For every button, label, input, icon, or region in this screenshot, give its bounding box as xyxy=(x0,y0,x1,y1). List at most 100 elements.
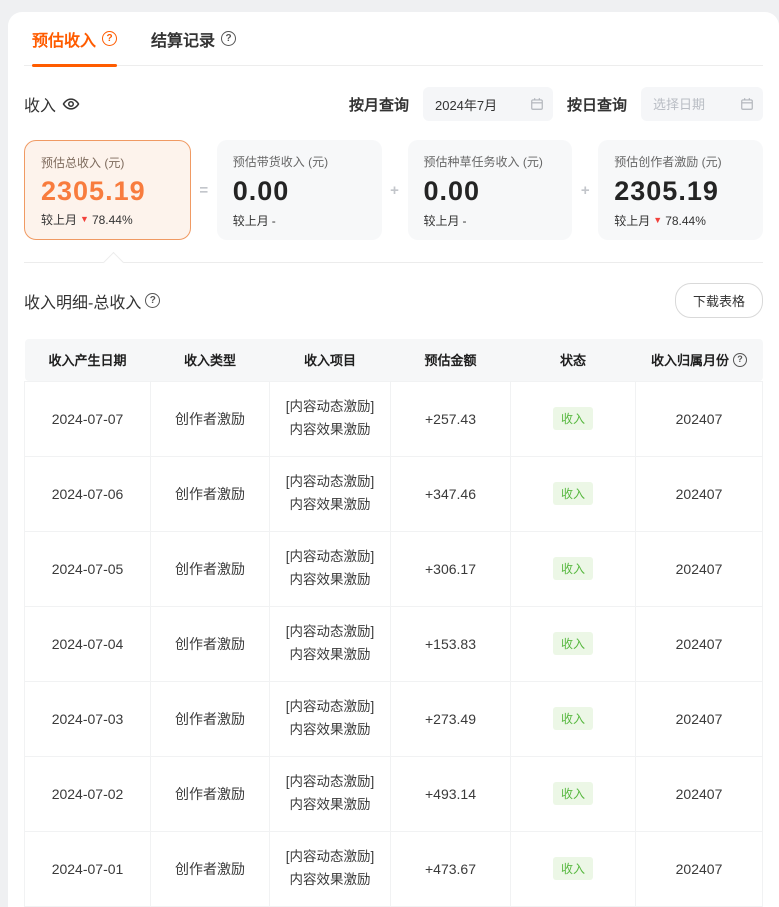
day-query-label: 按日查询 xyxy=(567,94,627,115)
cell-amount: +347.46 xyxy=(391,456,511,531)
month-query-label: 按月查询 xyxy=(349,94,409,115)
table-row: 2024-07-03 创作者激励 [内容动态激励]内容效果激励 +273.49 … xyxy=(25,681,763,756)
card-value: 2305.19 xyxy=(41,176,174,207)
cell-month: 202407 xyxy=(636,381,763,456)
cell-status: 收入 xyxy=(511,831,636,906)
cell-status: 收入 xyxy=(511,681,636,756)
plus-operator: + xyxy=(572,140,598,240)
cell-type: 创作者激励 xyxy=(151,756,270,831)
cell-date: 2024-07-04 xyxy=(25,606,151,681)
plus-operator: + xyxy=(382,140,408,240)
income-detail-table: 收入产生日期 收入类型 收入项目 预估金额 状态 收入归属月份 ? 2024-0… xyxy=(24,339,763,907)
cell-month: 202407 xyxy=(636,681,763,756)
header-status: 状态 xyxy=(511,339,636,381)
cell-amount: +473.67 xyxy=(391,831,511,906)
card-compare: 较上月 ▼ 78.44% xyxy=(41,211,174,228)
cell-type: 创作者激励 xyxy=(151,381,270,456)
header-income-month-text: 收入归属月份 xyxy=(651,350,729,369)
cell-date: 2024-07-05 xyxy=(25,531,151,606)
status-badge: 收入 xyxy=(553,407,593,430)
header-estimated-amount: 预估金额 xyxy=(391,339,511,381)
cell-date: 2024-07-07 xyxy=(25,381,151,456)
cell-date: 2024-07-06 xyxy=(25,456,151,531)
status-badge: 收入 xyxy=(553,707,593,730)
card-value: 2305.19 xyxy=(614,176,747,207)
day-date-input[interactable] xyxy=(641,87,763,121)
card-value: 0.00 xyxy=(424,176,557,207)
card-total-income[interactable]: 预估总收入 (元) 2305.19 较上月 ▼ 78.44% xyxy=(24,140,191,240)
header-income-date: 收入产生日期 xyxy=(25,339,151,381)
cell-amount: +273.49 xyxy=(391,681,511,756)
status-badge: 收入 xyxy=(553,632,593,655)
card-title: 预估种草任务收入 (元) xyxy=(424,153,557,170)
cell-month: 202407 xyxy=(636,456,763,531)
tab-bar: 预估收入 ? 结算记录 ? xyxy=(24,12,763,66)
selected-card-notch xyxy=(103,252,124,273)
cell-status: 收入 xyxy=(511,531,636,606)
month-date-picker[interactable] xyxy=(423,87,553,121)
header-income-project: 收入项目 xyxy=(270,339,391,381)
stat-cards-row: 预估总收入 (元) 2305.19 较上月 ▼ 78.44% = 预估带货收入 … xyxy=(24,140,763,240)
cell-month: 202407 xyxy=(636,756,763,831)
cell-date: 2024-07-01 xyxy=(25,831,151,906)
help-icon[interactable]: ? xyxy=(733,353,747,367)
tab-estimated-income[interactable]: 预估收入 ? xyxy=(32,12,117,65)
compare-label: 较上月 xyxy=(41,211,77,228)
eye-icon[interactable] xyxy=(62,95,80,113)
cell-status: 收入 xyxy=(511,456,636,531)
down-triangle-icon: ▼ xyxy=(653,216,662,225)
cell-project: [内容动态激励]内容效果激励 xyxy=(270,681,391,756)
status-badge: 收入 xyxy=(553,857,593,880)
cell-type: 创作者激励 xyxy=(151,681,270,756)
cell-date: 2024-07-02 xyxy=(25,756,151,831)
cell-month: 202407 xyxy=(636,831,763,906)
month-date-input[interactable] xyxy=(423,87,553,121)
income-section-label: 收入 xyxy=(24,92,80,116)
status-badge: 收入 xyxy=(553,782,593,805)
card-creator-incentive[interactable]: 预估创作者激励 (元) 2305.19 较上月 ▼ 78.44% xyxy=(598,140,763,240)
income-label-text: 收入 xyxy=(24,92,56,116)
help-icon[interactable]: ? xyxy=(145,293,160,308)
toolbar: 收入 按月查询 按 xyxy=(24,86,763,122)
card-value: 0.00 xyxy=(233,176,366,207)
card-title: 预估创作者激励 (元) xyxy=(614,153,747,170)
compare-delta: 78.44% xyxy=(92,213,133,227)
cell-type: 创作者激励 xyxy=(151,831,270,906)
cell-type: 创作者激励 xyxy=(151,456,270,531)
cell-project: [内容动态激励]内容效果激励 xyxy=(270,531,391,606)
table-row: 2024-07-02 创作者激励 [内容动态激励]内容效果激励 +493.14 … xyxy=(25,756,763,831)
cell-amount: +257.43 xyxy=(391,381,511,456)
download-table-button[interactable]: 下载表格 xyxy=(675,283,763,318)
cell-amount: +153.83 xyxy=(391,606,511,681)
cell-type: 创作者激励 xyxy=(151,606,270,681)
detail-section-title: 收入明细-总收入 ? xyxy=(24,289,160,313)
tab-settlement-records[interactable]: 结算记录 ? xyxy=(151,12,236,65)
help-icon[interactable]: ? xyxy=(102,31,117,46)
cell-status: 收入 xyxy=(511,381,636,456)
cell-project: [内容动态激励]内容效果激励 xyxy=(270,831,391,906)
compare-label: 较上月 xyxy=(614,212,650,229)
cell-amount: +306.17 xyxy=(391,531,511,606)
card-sales-income[interactable]: 预估带货收入 (元) 0.00 较上月 - xyxy=(217,140,382,240)
header-income-type: 收入类型 xyxy=(151,339,270,381)
compare-delta: - xyxy=(272,214,276,228)
cell-status: 收入 xyxy=(511,606,636,681)
equals-operator: = xyxy=(191,140,217,240)
compare-delta: - xyxy=(463,214,467,228)
card-seeding-task-income[interactable]: 预估种草任务收入 (元) 0.00 较上月 - xyxy=(408,140,573,240)
cell-date: 2024-07-03 xyxy=(25,681,151,756)
compare-delta: 78.44% xyxy=(665,214,706,228)
day-date-picker[interactable] xyxy=(641,87,763,121)
status-badge: 收入 xyxy=(553,482,593,505)
cell-amount: +493.14 xyxy=(391,756,511,831)
cell-project: [内容动态激励]内容效果激励 xyxy=(270,456,391,531)
cell-project: [内容动态激励]内容效果激励 xyxy=(270,606,391,681)
cell-project: [内容动态激励]内容效果激励 xyxy=(270,756,391,831)
cell-type: 创作者激励 xyxy=(151,531,270,606)
help-icon[interactable]: ? xyxy=(221,31,236,46)
status-badge: 收入 xyxy=(553,557,593,580)
cell-status: 收入 xyxy=(511,756,636,831)
header-income-month: 收入归属月份 ? xyxy=(636,339,763,381)
compare-label: 较上月 xyxy=(233,212,269,229)
table-row: 2024-07-05 创作者激励 [内容动态激励]内容效果激励 +306.17 … xyxy=(25,531,763,606)
